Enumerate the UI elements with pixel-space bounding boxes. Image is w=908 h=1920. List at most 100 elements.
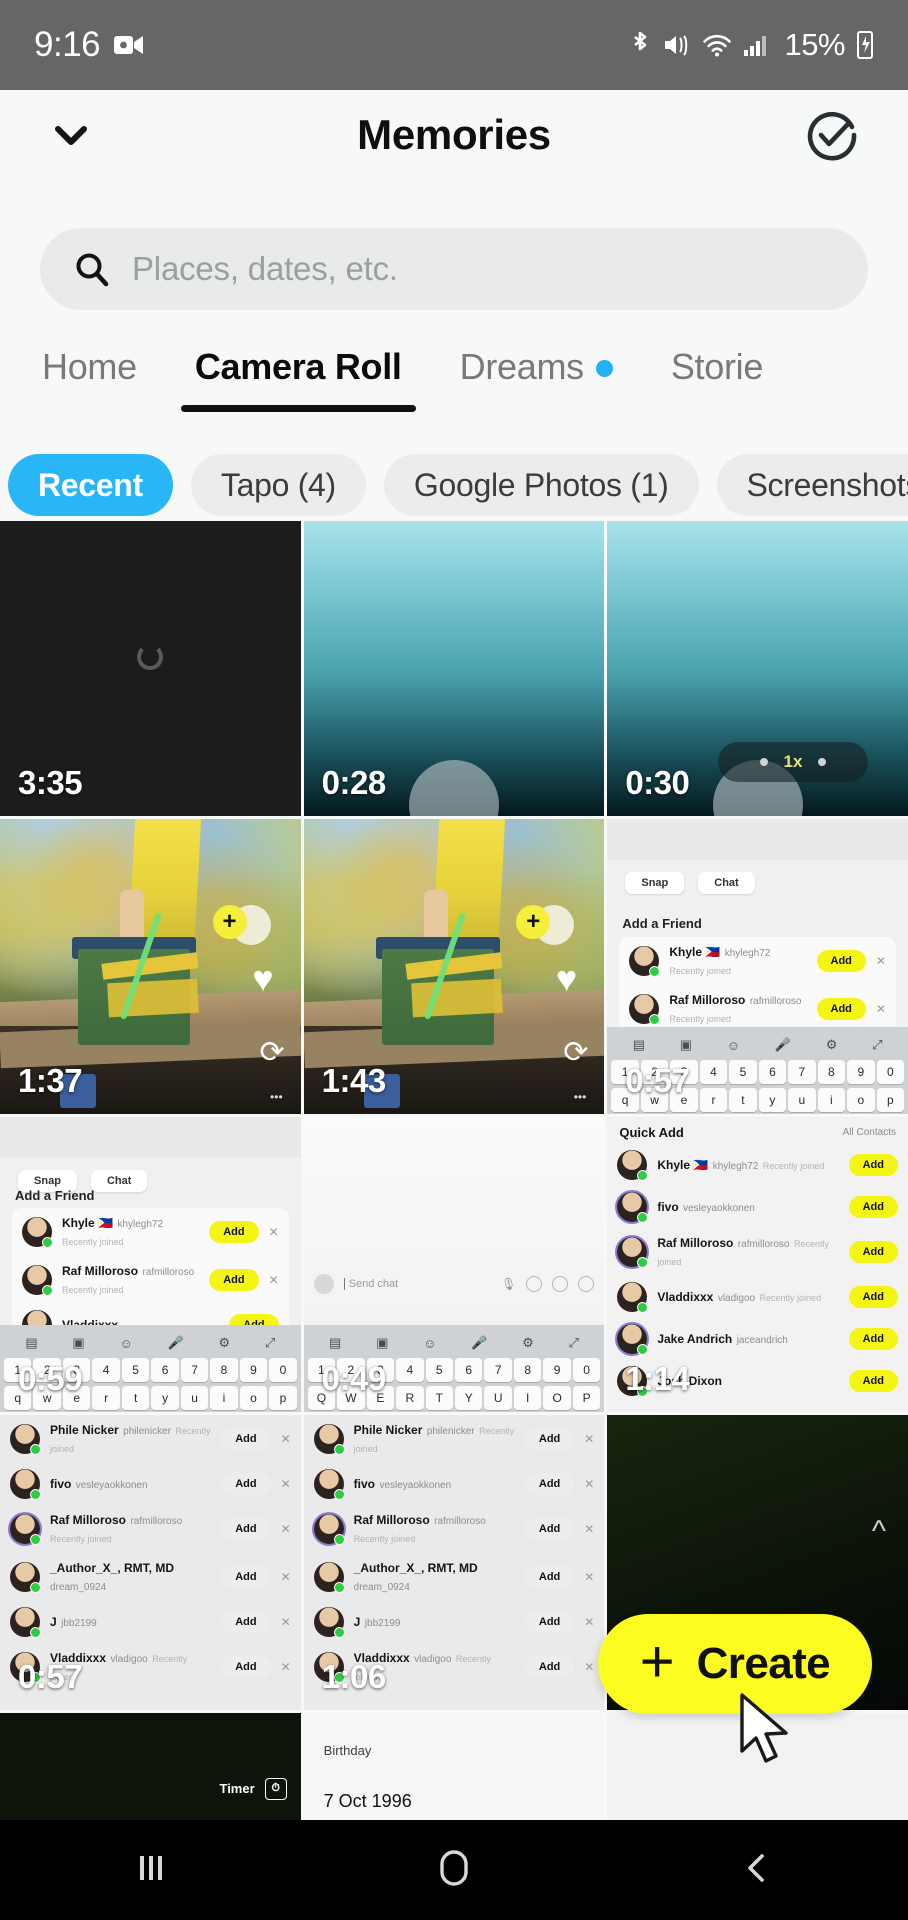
chip-tapo[interactable]: Tapo (4) xyxy=(190,454,366,516)
dismiss-icon: ✕ xyxy=(584,1522,595,1536)
duration-badge: 3:35 xyxy=(18,764,83,801)
dismiss-icon: ✕ xyxy=(268,1273,279,1288)
add-label: Add xyxy=(862,1375,884,1387)
key: U xyxy=(484,1386,512,1410)
friend-handle: rafmilloroso xyxy=(434,1516,486,1527)
chat-tab: Chat xyxy=(90,1170,148,1193)
back-icon[interactable] xyxy=(735,1846,779,1895)
add-label: Add xyxy=(862,1333,884,1345)
chevron-down-icon[interactable] xyxy=(48,112,94,158)
camera-menu-item: Timer ⏱ xyxy=(219,1777,287,1800)
add-friend-button: Add xyxy=(524,1566,575,1588)
tab-dreams[interactable]: Dreams xyxy=(460,340,613,388)
speed-pill: 1x xyxy=(717,742,868,782)
add-friend-button: Add xyxy=(524,1473,575,1495)
avatar xyxy=(10,1562,41,1593)
add-friend-button: Add xyxy=(848,1328,898,1350)
app-header: Memories xyxy=(0,90,908,180)
keyboard-toolbar: ▤ ▣ ☺ 🎤 ⚙ ⤢ xyxy=(304,1330,605,1356)
key: i xyxy=(817,1088,846,1112)
mic-icon: 🎙 xyxy=(501,1276,517,1291)
friend-handle: vesleyaokkonen xyxy=(379,1480,452,1491)
duration-badge: 0:49 xyxy=(321,1360,387,1397)
key: 9 xyxy=(543,1358,571,1382)
thumb-meta: ••• xyxy=(270,1090,283,1104)
duration-badge: 0:30 xyxy=(625,764,690,801)
grid-item[interactable]: Birthday 7 Oct 1996 xyxy=(303,1713,605,1821)
add-friend-button: Add xyxy=(848,1286,898,1308)
memories-screen: 9:16 15% Memories Places, dates, etc. Ho… xyxy=(0,0,908,1920)
grid-item[interactable]: Snap Chat Add a Friend Khyle 🇵🇭 khylegh7… xyxy=(0,1117,301,1412)
grid-item[interactable]: Timer ⏱ Director Mode ▣ Tone ◐ xyxy=(0,1713,301,1821)
active-tab-underline xyxy=(180,405,416,412)
grid-item[interactable]: Quick Add All Contacts Khyle 🇵🇭 khylegh7… xyxy=(607,1117,908,1412)
grid-item[interactable]: 3:35 xyxy=(0,521,301,816)
add-friend-button: Add xyxy=(848,1370,898,1392)
add-friend-title: Add a Friend xyxy=(15,1187,95,1203)
tab-home[interactable]: Home xyxy=(42,340,137,388)
grid-item[interactable]: 0:28 xyxy=(303,521,605,816)
grid-item[interactable]: Phile Nicker philenicker Recently joined… xyxy=(303,1415,605,1710)
add-friend-button: Add xyxy=(848,1241,898,1263)
search-input[interactable]: Places, dates, etc. xyxy=(132,250,398,288)
friend-name: fivo xyxy=(50,1477,72,1491)
search-icon xyxy=(74,251,110,287)
friend-handle: vladigoo xyxy=(717,1293,756,1304)
dismiss-icon: ✕ xyxy=(584,1477,595,1491)
key: p xyxy=(269,1386,297,1410)
friend-meta: Recently joined xyxy=(62,1285,124,1296)
friend-name: Raf Milloroso xyxy=(353,1513,430,1527)
chip-screenshots[interactable]: Screenshots xyxy=(716,454,908,516)
dismiss-icon: ✕ xyxy=(875,954,886,968)
friend-name: Raf Milloroso xyxy=(657,1236,734,1250)
grid-item[interactable]: 1x 0:30 xyxy=(607,521,908,816)
chip-google-photos[interactable]: Google Photos (1) xyxy=(383,454,699,516)
tab-bar[interactable]: Home Camera Roll Dreams Storie xyxy=(0,340,908,428)
recents-icon[interactable] xyxy=(129,1846,173,1895)
friend-row: fivo vesleyaokkonen Add ✕ xyxy=(304,1463,605,1505)
friend-row: Raf Milloroso rafmilloroso Recently join… xyxy=(12,1256,289,1304)
friend-handle: rafmilloroso xyxy=(142,1267,195,1279)
friend-handle: vladigoo xyxy=(110,1654,148,1665)
create-button[interactable]: + Create xyxy=(597,1614,872,1714)
tab-camera-roll[interactable]: Camera Roll xyxy=(180,340,416,412)
status-bar-left: 9:16 xyxy=(34,25,144,65)
mic-icon: 🎤 xyxy=(471,1335,488,1350)
search-bar[interactable]: Places, dates, etc. xyxy=(40,228,868,310)
friend-handle: dream_0924 xyxy=(353,1582,410,1593)
grid-item[interactable]: + ♥ ⟳ ••• 1:43 xyxy=(303,819,605,1114)
friend-meta: Recently joined xyxy=(669,966,731,976)
chat-tab: Chat xyxy=(698,872,755,895)
tab-label: Home xyxy=(42,346,137,387)
chip-recent[interactable]: Recent xyxy=(8,454,173,516)
grid-item[interactable]: Send chat 🎙 ▤ ▣ ☺ 🎤 ⚙ ⤢ 1 2 3 4 5 6 7 8 … xyxy=(303,1117,605,1412)
android-navigation-bar[interactable] xyxy=(0,1820,908,1920)
grid-item[interactable]: Phile Nicker philenicker Recently joined… xyxy=(0,1415,301,1710)
add-label: Add xyxy=(223,1274,245,1287)
add-label: Add xyxy=(538,1571,561,1583)
filter-chip-row[interactable]: Recent Tapo (4) Google Photos (1) Screen… xyxy=(0,450,908,520)
add-friend-button: Add xyxy=(816,950,866,972)
avatar xyxy=(313,1514,345,1545)
avatar xyxy=(617,1150,649,1181)
key: o xyxy=(847,1088,875,1112)
check-circle-icon[interactable] xyxy=(804,107,860,163)
add-label: Add xyxy=(235,1433,257,1445)
home-icon[interactable] xyxy=(430,1844,478,1897)
grid-item[interactable]: + ♥ ⟳ ••• 1:37 xyxy=(0,819,301,1114)
loop-icon: ⟳ xyxy=(563,1036,589,1069)
emoji-icon: ☺ xyxy=(726,1037,741,1053)
mic-icon: 🎤 xyxy=(167,1335,184,1350)
grid-item[interactable]: Snap Chat Add a Friend Khyle 🇵🇭 khylegh7… xyxy=(607,819,908,1114)
tab-stories[interactable]: Storie xyxy=(671,340,764,388)
dismiss-icon: ✕ xyxy=(280,1477,291,1491)
sticker-icon: ▤ xyxy=(632,1037,645,1052)
friend-row: Phile Nicker philenicker Recently joined… xyxy=(304,1415,605,1463)
duration-badge: 1:14 xyxy=(625,1360,690,1397)
screen-record-icon xyxy=(114,34,144,56)
add-label: Add xyxy=(235,1661,257,1673)
key: t xyxy=(121,1386,150,1410)
friend-name: fivo xyxy=(353,1477,375,1491)
camera-menu-label: Timer xyxy=(219,1781,255,1797)
add-friend-button: Add xyxy=(524,1656,575,1678)
